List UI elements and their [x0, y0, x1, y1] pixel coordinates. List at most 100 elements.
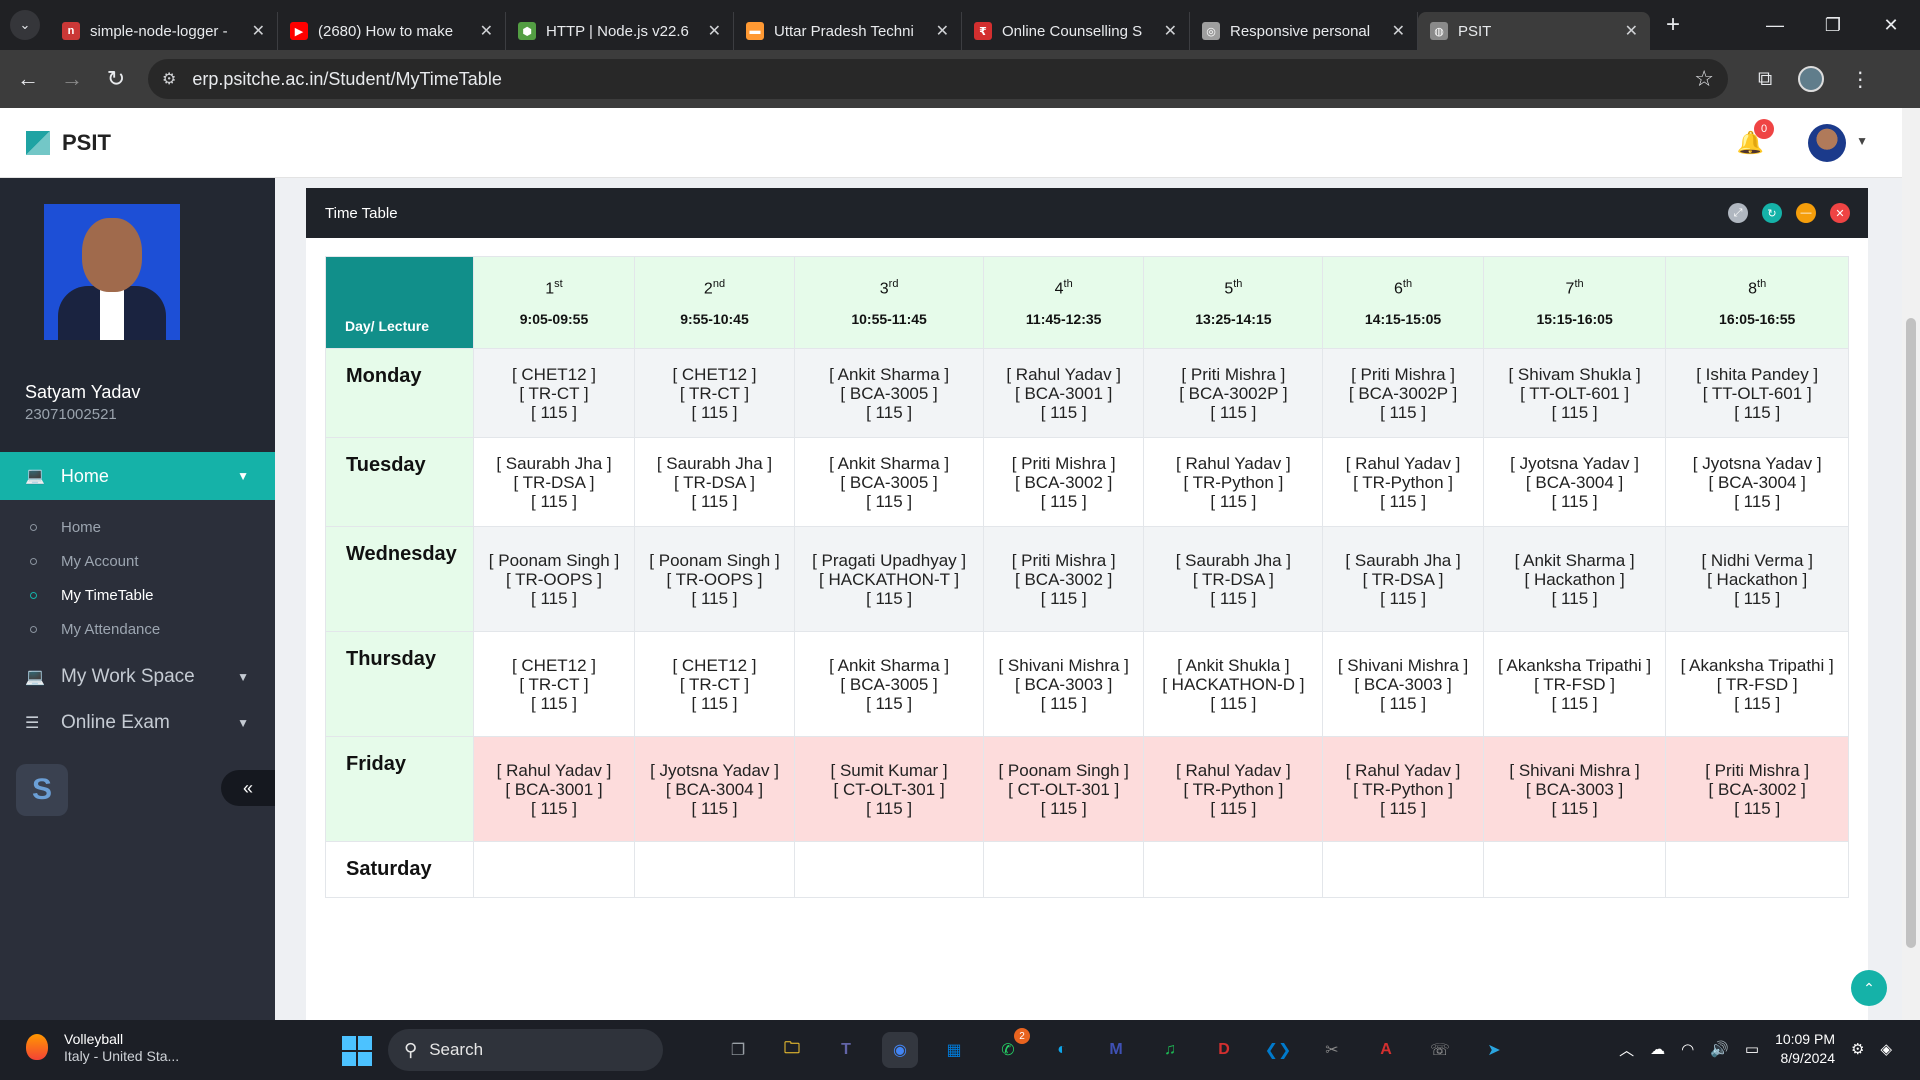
acrobat-icon[interactable]: A: [1368, 1032, 1404, 1068]
browser-tab[interactable]: ▬ Uttar Pradesh Techni ✕: [734, 12, 962, 50]
student-name: Satyam Yadav: [25, 382, 141, 402]
tab-close-icon[interactable]: ✕: [1392, 21, 1405, 41]
day-lecture-header: Day/ Lecture: [324, 256, 475, 349]
copilot-icon[interactable]: ◈: [1880, 1040, 1892, 1058]
browser-tab[interactable]: ◍ PSIT ✕: [1418, 12, 1650, 50]
weather-widget[interactable]: Volleyball Italy - United Sta...: [26, 1030, 179, 1064]
tab-search-button[interactable]: ⌄: [10, 10, 40, 40]
timetable: Day/ Lecture 1st 9:05-09:55 2nd 9:55-10:45 3…: [324, 256, 1849, 898]
minimize-panel-icon[interactable]: —: [1796, 203, 1816, 223]
scrollbar-thumb[interactable]: [1906, 318, 1916, 948]
close-window-icon[interactable]: ✕: [1862, 15, 1920, 36]
microsoft-store-icon[interactable]: ▦: [936, 1032, 972, 1068]
submenu-item[interactable]: My TimeTable: [0, 578, 275, 612]
file-explorer-icon[interactable]: 🗀: [774, 1032, 810, 1068]
browser-tab[interactable]: n simple-node-logger - ✕: [50, 12, 278, 50]
cell-teacher: [ Priti Mishra ]: [1705, 760, 1810, 780]
address-bar[interactable]: ⚙ erp.psitche.ac.in/Student/MyTimeTable …: [148, 59, 1728, 99]
edge-icon[interactable]: ◐: [1044, 1032, 1080, 1068]
browser-tab[interactable]: ₹ Online Counselling S ✕: [962, 12, 1190, 50]
tab-close-icon[interactable]: ✕: [1625, 21, 1638, 41]
browser-tab[interactable]: ◎ Responsive personal ✕: [1190, 12, 1418, 50]
volume-icon[interactable]: 🔊: [1710, 1040, 1729, 1058]
cell-subject: [ TR-DSA ]: [1192, 569, 1274, 589]
cell-room: [ 115 ]: [1380, 693, 1427, 713]
menu-home[interactable]: 💻 Home ▼: [0, 452, 275, 500]
cell-teacher: [ Saurabh Jha ]: [1175, 550, 1292, 570]
lecture-header: 2nd 9:55-10:45: [633, 256, 796, 349]
scroll-to-top-button[interactable]: ⌃: [1851, 970, 1887, 1006]
user-menu-caret-icon[interactable]: ▼: [1856, 134, 1868, 148]
cell-teacher: [ Poonam Singh ]: [488, 550, 620, 570]
close-panel-icon[interactable]: ✕: [1830, 203, 1850, 223]
minimize-icon[interactable]: —: [1746, 15, 1804, 36]
cell-teacher: [ Pragati Upadhyay ]: [812, 550, 967, 570]
reload-icon[interactable]: ↻: [94, 66, 138, 92]
browser-tab[interactable]: ▶ (2680) How to make ✕: [278, 12, 506, 50]
timetable-cell: [ CHET12 ][ TR-CT ][ 115 ]: [633, 348, 796, 438]
profile-avatar[interactable]: [1798, 66, 1825, 92]
refresh-icon[interactable]: ↻: [1762, 203, 1782, 223]
teams-icon[interactable]: T: [828, 1032, 864, 1068]
vs-code-icon[interactable]: ❮❯: [1260, 1032, 1296, 1068]
page-scrollbar[interactable]: [1902, 108, 1920, 1020]
snipping-tool-icon[interactable]: ✂: [1314, 1032, 1350, 1068]
timetable-cell: [ Rahul Yadav ][ TR-Python ][ 115 ]: [1322, 736, 1484, 842]
extensions-icon[interactable]: ⧉: [1758, 68, 1772, 91]
tab-close-icon[interactable]: ✕: [480, 21, 493, 41]
menu-online-exam[interactable]: ☰ Online Exam ▼: [0, 700, 275, 746]
timetable-cell: [ Poonam Singh ][ TR-OOPS ][ 115 ]: [633, 526, 796, 632]
whatsapp-icon[interactable]: ✆ 2: [990, 1028, 1030, 1068]
new-tab-button[interactable]: +: [1666, 11, 1680, 39]
timetable-cell: [ Jyotsna Yadav ][ BCA-3004 ][ 115 ]: [1482, 437, 1667, 527]
tab-close-icon[interactable]: ✕: [936, 21, 949, 41]
battery-icon[interactable]: ▭: [1745, 1040, 1759, 1058]
wifi-icon[interactable]: ◠: [1681, 1040, 1694, 1058]
whatsapp-web-icon[interactable]: ☏: [1422, 1032, 1458, 1068]
browser-menu-icon[interactable]: ⋮: [1850, 67, 1870, 92]
cell-room: [ 115 ]: [1040, 693, 1087, 713]
settings-icon[interactable]: ⚙: [1851, 1040, 1864, 1058]
menu-work-space[interactable]: 💻 My Work Space ▼: [0, 654, 275, 700]
user-avatar[interactable]: [1808, 124, 1846, 162]
search-icon: ⚲: [404, 1039, 418, 1060]
cell-subject: [ CT-OLT-301 ]: [1008, 779, 1120, 799]
submenu-item[interactable]: My Account: [0, 544, 275, 578]
tray-overflow-icon[interactable]: ︿: [1619, 1039, 1634, 1060]
bookmark-star-icon[interactable]: ☆: [1694, 66, 1714, 92]
collapse-sidebar-button[interactable]: «: [221, 770, 275, 806]
site-info-icon[interactable]: ⚙: [162, 69, 176, 89]
forward-icon[interactable]: →: [50, 66, 94, 92]
taskbar-search[interactable]: ⚲ Search: [388, 1029, 663, 1071]
task-view-icon[interactable]: ❐: [720, 1032, 756, 1068]
cell-room: [ 115 ]: [1551, 402, 1598, 422]
start-button[interactable]: [342, 1036, 372, 1066]
expand-icon[interactable]: ⤢: [1728, 203, 1748, 223]
onedrive-icon[interactable]: ☁: [1650, 1040, 1665, 1058]
profile-card: Satyam Yadav 23071002521: [0, 178, 275, 452]
browser-tab[interactable]: ⬢ HTTP | Node.js v22.6 ✕: [506, 12, 734, 50]
tab-favicon-icon: ◍: [1430, 22, 1448, 40]
spotify-icon[interactable]: ♫: [1152, 1032, 1188, 1068]
tab-close-icon[interactable]: ✕: [252, 21, 265, 41]
cell-subject: [ Hackathon ]: [1707, 569, 1808, 589]
url-text[interactable]: erp.psitche.ac.in/Student/MyTimeTable: [192, 69, 501, 90]
clock[interactable]: 10:09 PM 8/9/2024: [1775, 1030, 1835, 1068]
telegram-icon[interactable]: ➤: [1476, 1032, 1512, 1068]
submenu-item-label: Home: [61, 518, 102, 536]
cell-teacher: [ Shivani Mishra ]: [1509, 760, 1640, 780]
cell-teacher: [ Sumit Kumar ]: [830, 760, 948, 780]
tab-close-icon[interactable]: ✕: [708, 21, 721, 41]
dev-cpp-icon[interactable]: D: [1206, 1032, 1242, 1068]
tab-close-icon[interactable]: ✕: [1164, 21, 1177, 41]
submenu-item[interactable]: My Attendance: [0, 612, 275, 646]
mongodb-compass-icon[interactable]: M: [1098, 1032, 1134, 1068]
cell-subject: [ BCA-3002 ]: [1708, 779, 1806, 799]
chrome-icon[interactable]: ◉: [882, 1032, 918, 1068]
cell-subject: [ TT-OLT-601 ]: [1702, 383, 1812, 403]
cell-room: [ 115 ]: [691, 798, 738, 818]
restore-icon[interactable]: ❐: [1804, 15, 1862, 36]
cell-subject: [ BCA-3005 ]: [840, 472, 938, 492]
back-icon[interactable]: ←: [6, 66, 50, 92]
submenu-item[interactable]: Home: [0, 510, 275, 544]
